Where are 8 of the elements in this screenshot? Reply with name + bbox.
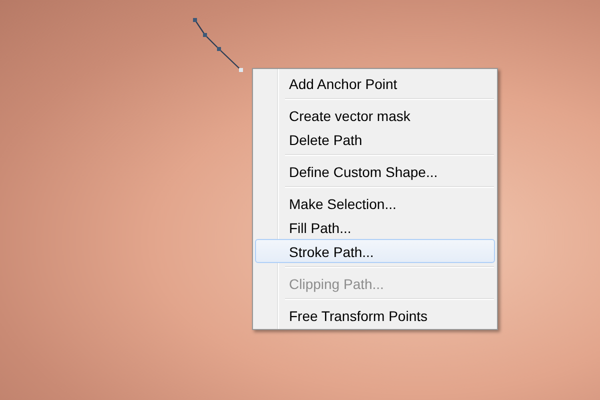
menu-item[interactable]: Create vector mask bbox=[255, 103, 495, 127]
menu-item[interactable]: Stroke Path... bbox=[255, 239, 495, 263]
menu-item[interactable]: Add Anchor Point bbox=[255, 71, 495, 95]
menu-item[interactable]: Delete Path bbox=[255, 127, 495, 151]
menu-item[interactable]: Fill Path... bbox=[255, 215, 495, 239]
menu-item[interactable]: Make Selection... bbox=[255, 191, 495, 215]
menu-item[interactable]: Define Custom Shape... bbox=[255, 159, 495, 183]
menu-item[interactable]: Free Transform Points bbox=[255, 303, 495, 327]
